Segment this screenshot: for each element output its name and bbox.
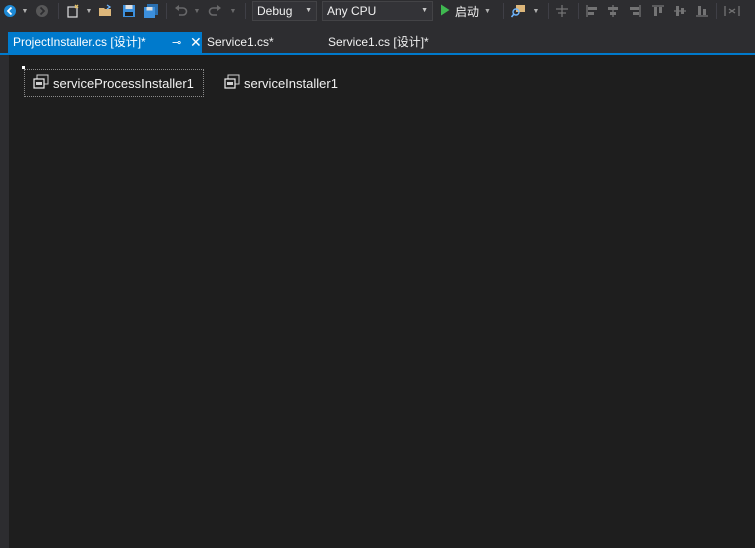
toolbar-separator [166, 3, 167, 19]
align-right-icon[interactable] [627, 1, 643, 21]
align-top-icon[interactable] [650, 1, 666, 21]
align-to-grid-icon[interactable] [554, 1, 570, 21]
undo-dropdown-icon[interactable]: ▼ [193, 1, 201, 21]
designer-left-margin [0, 55, 9, 548]
align-bottom-icon[interactable] [694, 1, 710, 21]
pin-icon[interactable]: ⊸ [172, 33, 181, 54]
toolbar-separator [716, 3, 717, 19]
toolbar-separator [548, 3, 549, 19]
find-icon[interactable] [510, 1, 528, 21]
platform-value: Any CPU [327, 4, 377, 18]
forward-icon[interactable] [34, 1, 50, 21]
redo-dropdown-icon[interactable]: ▼ [229, 1, 237, 21]
solution-platform-select[interactable]: Any CPU ▼ [322, 1, 433, 21]
tab-label: Service1.cs* [207, 35, 274, 49]
document-tab-strip: ProjectInstaller.cs [设计]* ⊸ ✕ Service1.c… [0, 32, 755, 53]
find-dropdown-icon[interactable]: ▼ [532, 1, 540, 21]
component-serviceprocessinstaller1[interactable]: serviceProcessInstaller1 [24, 69, 204, 97]
back-dropdown-icon[interactable]: ▼ [21, 1, 29, 21]
redo-icon[interactable] [207, 1, 223, 21]
start-label: 启动 [455, 4, 480, 19]
toolbar-separator [245, 3, 246, 19]
align-middle-icon[interactable] [672, 1, 688, 21]
tab-label: ProjectInstaller.cs [设计]* [13, 35, 146, 49]
undo-icon[interactable] [173, 1, 189, 21]
chevron-down-icon: ▼ [421, 7, 428, 14]
installer-component-icon [33, 74, 49, 93]
toolbar-separator [58, 3, 59, 19]
configuration-value: Debug [257, 4, 293, 18]
align-left-icon[interactable] [584, 1, 600, 21]
back-icon[interactable] [2, 1, 18, 21]
component-designer-surface[interactable] [9, 55, 755, 548]
start-button[interactable]: 启动 ▼ [440, 1, 491, 21]
tab-projectinstaller-design[interactable]: ProjectInstaller.cs [设计]* ⊸ ✕ [8, 32, 202, 53]
toolbar-separator [503, 3, 504, 19]
new-project-dropdown-icon[interactable]: ▼ [85, 1, 93, 21]
tab-service1-code[interactable]: Service1.cs* [202, 32, 312, 53]
standard-toolbar: ▼ ▼ ▼ ▼ Debug ▼ Any CPU ▼ 启动 ▼ ▼ [0, 0, 755, 22]
save-all-icon[interactable] [142, 1, 160, 21]
toolbar-separator [578, 3, 579, 19]
play-icon [440, 4, 450, 19]
component-label: serviceProcessInstaller1 [53, 75, 194, 91]
start-dropdown-icon[interactable]: ▼ [484, 8, 491, 15]
tab-label: Service1.cs [设计]* [328, 35, 429, 49]
align-center-icon[interactable] [605, 1, 621, 21]
close-icon[interactable]: ✕ [190, 32, 202, 53]
solution-configuration-select[interactable]: Debug ▼ [252, 1, 317, 21]
chevron-down-icon: ▼ [305, 7, 312, 14]
open-file-icon[interactable] [98, 1, 114, 21]
new-project-icon[interactable] [65, 1, 81, 21]
installer-component-icon [224, 74, 240, 93]
make-same-width-icon[interactable] [723, 1, 741, 21]
tab-service1-design[interactable]: Service1.cs [设计]* [323, 32, 443, 53]
component-serviceinstaller1[interactable]: serviceInstaller1 [224, 69, 354, 97]
save-icon[interactable] [121, 1, 137, 21]
component-label: serviceInstaller1 [244, 75, 338, 91]
